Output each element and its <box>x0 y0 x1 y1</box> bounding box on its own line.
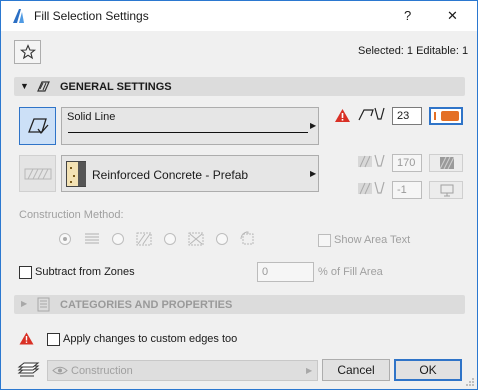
foreground-pen-icon <box>358 181 385 195</box>
fill-type-selector[interactable]: Reinforced Concrete - Prefab ▶ <box>61 155 319 192</box>
construction-method-radio-rotated[interactable] <box>216 233 228 245</box>
star-icon <box>20 44 36 60</box>
subtract-from-zones-label: Subtract from Zones <box>35 266 135 278</box>
resize-grip-icon[interactable] <box>464 376 475 387</box>
chevron-right-icon: ▶ <box>310 121 317 130</box>
fill-panel-icon <box>37 81 50 92</box>
monitor-icon <box>440 184 454 197</box>
fill-type-label: Reinforced Concrete - Prefab <box>92 168 249 182</box>
dense-hatch-icon <box>440 157 454 169</box>
chevron-right-icon: ▶ <box>306 366 313 375</box>
parallel-lines-icon <box>85 233 99 244</box>
construction-method-radio-solid[interactable] <box>59 233 71 245</box>
construction-method-radio-cross[interactable] <box>164 233 176 245</box>
general-settings-header[interactable]: ▼ GENERAL SETTINGS <box>14 77 465 96</box>
show-area-text-checkbox[interactable] <box>318 234 331 247</box>
categories-properties-title: CATEGORIES AND PROPERTIES <box>60 299 233 311</box>
cross-hatch-icon <box>188 232 204 246</box>
window-title: Fill Selection Settings <box>34 9 149 23</box>
display-mode-button[interactable] <box>429 181 463 199</box>
concrete-swatch-icon <box>66 161 86 187</box>
show-area-text-label: Show Area Text <box>334 234 411 246</box>
fill-pattern-button[interactable] <box>19 155 56 192</box>
document-icon <box>37 297 50 312</box>
diagonal-hatch-icon <box>136 232 152 246</box>
fill-selection-settings-dialog: Fill Selection Settings ? ✕ Selected: 1 … <box>0 0 478 390</box>
selection-info: Selected: 1 Editable: 1 <box>358 45 469 57</box>
favorites-button[interactable] <box>14 40 41 64</box>
layers-icon <box>17 362 40 377</box>
fill-area-percent-field[interactable]: 0 <box>257 262 314 282</box>
layer-selector[interactable]: Construction ▶ <box>47 360 318 381</box>
general-settings-title: GENERAL SETTINGS <box>60 81 172 93</box>
construction-method-label: Construction Method: <box>19 209 124 221</box>
background-pen-icon <box>358 154 385 168</box>
apply-custom-edges-label: Apply changes to custom edges too <box>63 333 238 345</box>
layer-name: Construction <box>71 365 133 377</box>
fill-contour-icon <box>28 118 49 135</box>
cancel-button[interactable]: Cancel <box>322 359 390 381</box>
background-pen-field[interactable]: 170 <box>392 154 422 172</box>
apply-custom-edges-checkbox[interactable] <box>47 333 60 346</box>
pen-color-swatch <box>441 111 459 121</box>
fill-area-suffix: % of Fill Area <box>318 266 383 278</box>
pen-color-button[interactable] <box>429 107 463 125</box>
warning-icon <box>19 332 34 345</box>
rotated-pattern-icon <box>240 231 254 245</box>
line-preview <box>68 132 308 133</box>
fill-tool-button[interactable] <box>19 107 56 145</box>
chevron-right-icon: ▶ <box>310 169 317 178</box>
pen-number-field[interactable]: 23 <box>392 107 422 125</box>
foreground-pen-field[interactable]: -1 <box>392 181 422 199</box>
help-button[interactable]: ? <box>404 8 411 23</box>
expand-triangle-icon: ▶ <box>21 299 28 308</box>
collapse-triangle-icon: ▼ <box>20 81 29 91</box>
line-type-label: Solid Line <box>67 111 116 123</box>
subtract-from-zones-checkbox[interactable] <box>19 266 32 279</box>
archicad-app-icon <box>13 9 24 23</box>
eye-icon <box>52 366 68 375</box>
contour-pen-icon <box>358 107 385 121</box>
line-type-selector[interactable]: Solid Line ▶ <box>61 107 319 145</box>
close-button[interactable]: ✕ <box>447 8 458 24</box>
categories-properties-header[interactable]: ▶ CATEGORIES AND PROPERTIES <box>14 295 465 314</box>
title-bar: Fill Selection Settings ? ✕ <box>1 1 477 31</box>
ok-button[interactable]: OK <box>394 359 462 381</box>
background-pattern-button[interactable] <box>429 154 463 172</box>
hatch-pattern-icon <box>24 168 52 180</box>
warning-icon <box>335 109 350 122</box>
pen-color-marker <box>434 112 436 120</box>
construction-method-radio-hatch[interactable] <box>112 233 124 245</box>
